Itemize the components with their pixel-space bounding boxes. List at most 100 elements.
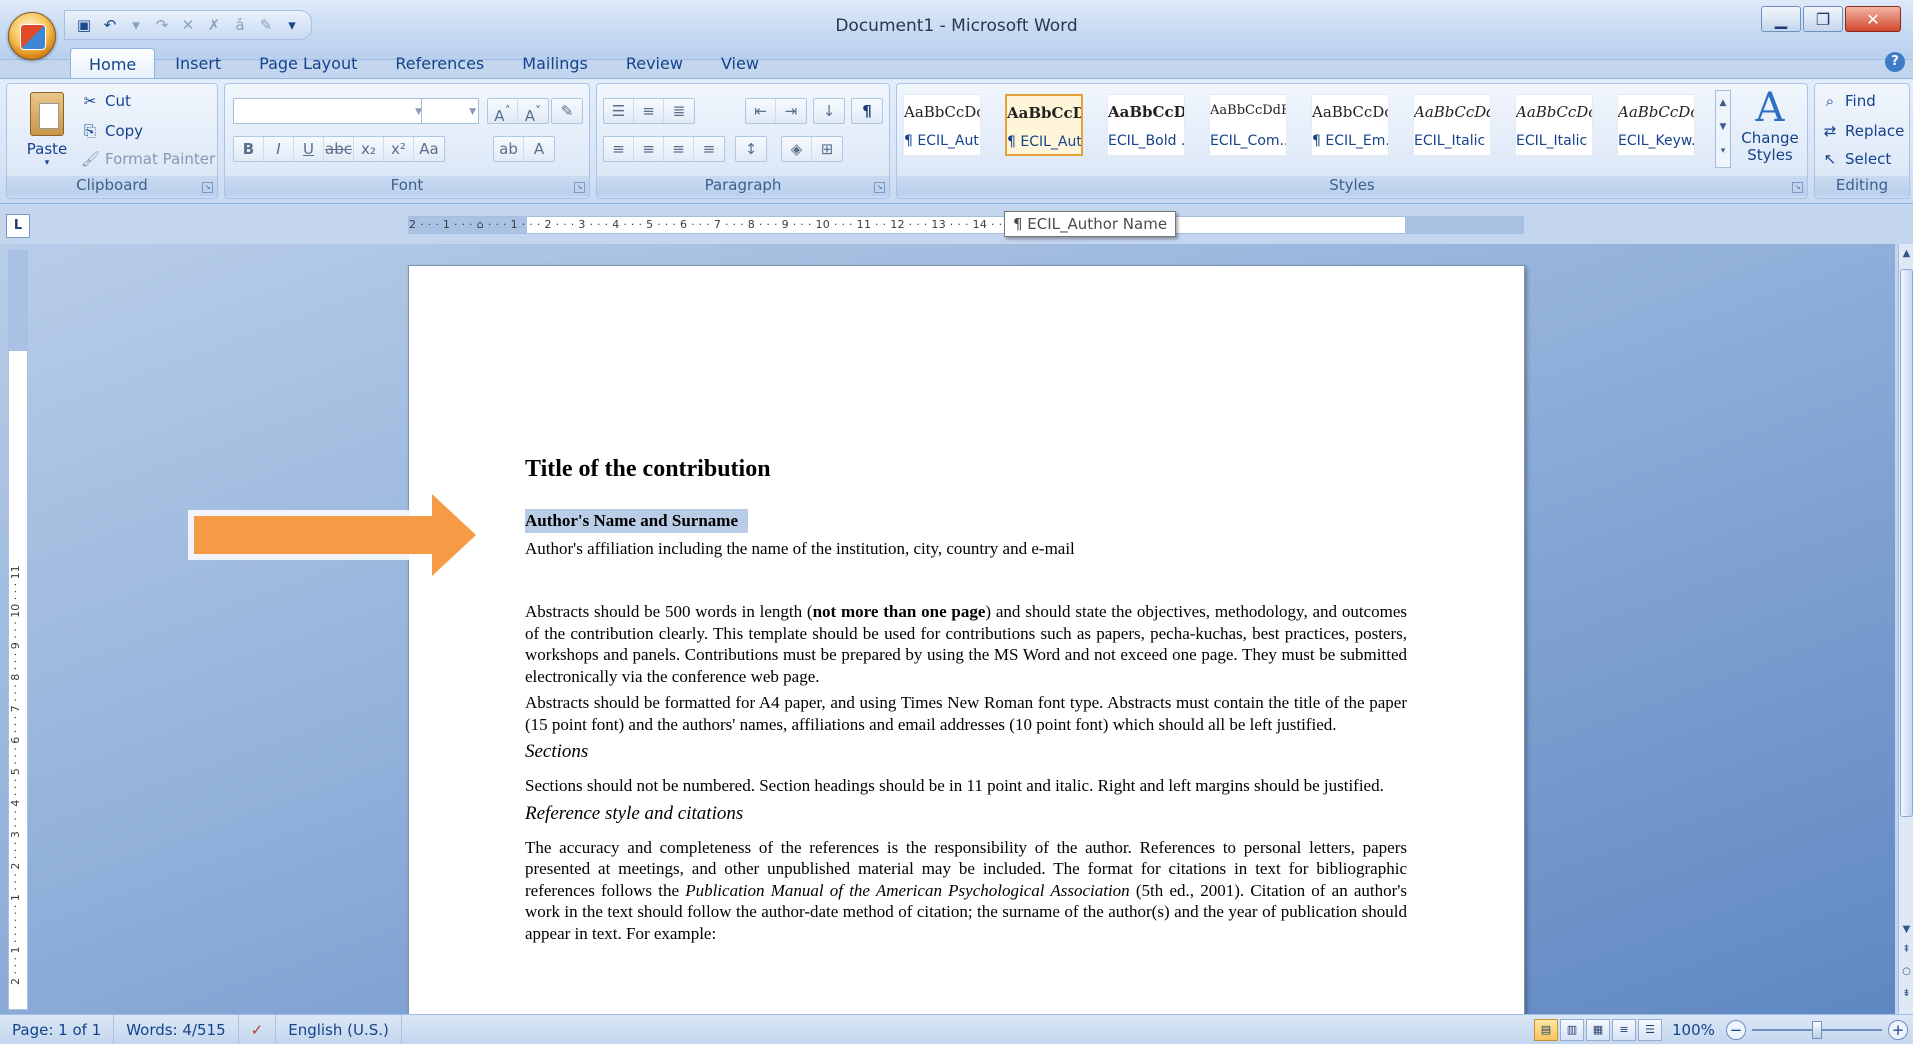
shrink-font-icon[interactable]: A˅ [518, 99, 548, 125]
zoom-in-icon[interactable]: + [1888, 1020, 1908, 1040]
scroll-up-icon[interactable]: ▲ [1900, 248, 1913, 264]
section-heading[interactable]: Sections [525, 741, 1407, 763]
clear-formatting-button[interactable]: ✎ [551, 98, 583, 124]
styles-scroll[interactable]: ▲ ▼ ▾ [1715, 90, 1731, 168]
increase-indent-icon[interactable]: ⇥ [776, 99, 806, 123]
horizontal-ruler[interactable]: 2 · · · 1 · · · ⌂ · · · 1 · · · 2 · · · … [408, 216, 1524, 234]
ribbon-tabs: Home Insert Page Layout References Maili… [70, 48, 777, 78]
clipboard-launcher-icon[interactable]: ↘ [202, 182, 213, 193]
scrollbar-thumb[interactable] [1900, 269, 1913, 817]
align-left-icon[interactable]: ≡ [604, 137, 634, 161]
superscript-icon[interactable]: x² [384, 137, 414, 161]
style-card[interactable]: AaBbCcDc ECIL_Keyw... [1617, 94, 1695, 156]
font-color-icon[interactable]: A [524, 137, 554, 161]
style-card[interactable]: AaBbCcDc ECIL_Italic ... [1515, 94, 1593, 156]
styles-launcher-icon[interactable]: ↘ [1792, 182, 1803, 193]
border-icon[interactable]: ⊞ [812, 137, 842, 161]
format-painter-button[interactable]: 🖌 Format Painter [81, 150, 215, 168]
copy-button[interactable]: ⎘ Copy [81, 122, 143, 140]
office-button[interactable] [8, 12, 56, 60]
close-button[interactable]: ✕ [1845, 6, 1901, 32]
multilevel-list-icon[interactable]: ≣ [664, 99, 694, 123]
select-button[interactable]: ↖ Select [1821, 150, 1892, 168]
subscript-icon[interactable]: x₂ [354, 137, 384, 161]
paragraph-abstract-length[interactable]: Abstracts should be 500 words in length … [525, 601, 1407, 687]
bullets-icon[interactable]: ☰ [604, 99, 634, 123]
vertical-ruler[interactable]: 2 · · · 1 · · · · · · 1 · · · 2 · · · 3 … [8, 250, 28, 1010]
align-center-icon[interactable]: ≡ [634, 137, 664, 161]
document-body[interactable]: Title of the contribution Author's Name … [525, 456, 1407, 949]
language-indicator[interactable]: English (U.S.) [276, 1014, 402, 1044]
help-icon[interactable]: ? [1885, 52, 1905, 72]
style-preview: AaBbCcDdE [1210, 103, 1286, 118]
justify-icon[interactable]: ≡ [694, 137, 724, 161]
font-launcher-icon[interactable]: ↘ [574, 182, 585, 193]
paragraph-sections[interactable]: Sections should not be numbered. Section… [525, 775, 1407, 797]
style-card[interactable]: AaBbCcDd ECIL_Bold ... [1107, 94, 1185, 156]
cut-label: Cut [105, 92, 131, 110]
cut-button[interactable]: ✂ Cut [81, 92, 131, 110]
tab-insert[interactable]: Insert [157, 48, 239, 78]
web-layout-icon[interactable]: ▦ [1586, 1019, 1610, 1041]
paragraph-references[interactable]: The accuracy and completeness of the ref… [525, 837, 1407, 945]
zoom-level[interactable]: 100% [1672, 1015, 1715, 1044]
change-styles-button[interactable]: A Change Styles [1737, 86, 1803, 176]
vertical-scrollbar[interactable]: ▲ ▼ ⇞ ○ ⇟ [1898, 244, 1913, 1014]
style-name: ECIL_Com... [1210, 133, 1286, 149]
restore-button[interactable]: ❐ [1803, 6, 1843, 32]
shading-icon[interactable]: ◈ [782, 137, 812, 161]
decrease-indent-icon[interactable]: ⇤ [746, 99, 776, 123]
find-button[interactable]: ⌕ Find [1821, 92, 1876, 110]
page-count[interactable]: Page: 1 of 1 [0, 1014, 115, 1044]
tab-mailings[interactable]: Mailings [504, 48, 606, 78]
font-size-combo[interactable]: ▼ [421, 98, 479, 124]
highlight-icon[interactable]: ab [494, 137, 524, 161]
numbering-icon[interactable]: ≡ [634, 99, 664, 123]
zoom-slider-thumb[interactable] [1812, 1021, 1822, 1039]
strikethrough-icon[interactable]: abc [324, 137, 354, 161]
style-card[interactable]: AaBbCcDc ¶ ECIL_Em... [1311, 94, 1389, 156]
draft-icon[interactable]: ☰ [1638, 1019, 1662, 1041]
full-screen-reading-icon[interactable]: ▥ [1560, 1019, 1584, 1041]
style-card-selected[interactable]: AaBbCcDd ¶ ECIL_Aut... [1005, 94, 1083, 156]
tab-page-layout[interactable]: Page Layout [241, 48, 375, 78]
font-name-combo[interactable]: ▼ [233, 98, 425, 124]
replace-icon: ⇄ [1823, 122, 1837, 140]
author-affiliation[interactable]: Author's affiliation including the name … [525, 539, 1407, 559]
previous-page-icon[interactable]: ⇞ [1900, 944, 1913, 960]
document-title[interactable]: Title of the contribution [525, 456, 1407, 483]
word-count[interactable]: Words: 4/515 [114, 1014, 239, 1044]
minimize-button[interactable]: ▁ [1761, 6, 1801, 32]
style-card[interactable]: AaBbCcDdE ECIL_Italic ... [1413, 94, 1491, 156]
tab-review[interactable]: Review [608, 48, 701, 78]
italic-icon[interactable]: I [264, 137, 294, 161]
show-hide-button[interactable]: ¶ [851, 98, 883, 124]
document-page[interactable]: Title of the contribution Author's Name … [408, 265, 1525, 1025]
style-card[interactable]: AaBbCcDc ¶ ECIL_Aut... [903, 94, 981, 156]
align-right-icon[interactable]: ≡ [664, 137, 694, 161]
change-case-icon[interactable]: Aa [414, 137, 444, 161]
bold-icon[interactable]: B [234, 137, 264, 161]
tab-home[interactable]: Home [70, 48, 156, 78]
zoom-out-icon[interactable]: − [1726, 1020, 1746, 1040]
tab-selector-button[interactable]: L [6, 214, 30, 238]
paste-button[interactable]: Paste ▾ [17, 90, 77, 168]
next-page-icon[interactable]: ⇟ [1900, 988, 1913, 1004]
author-name-selected[interactable]: Author's Name and Surname [525, 509, 748, 533]
paragraph-abstract-format[interactable]: Abstracts should be formatted for A4 pap… [525, 692, 1407, 735]
underline-icon[interactable]: U [294, 137, 324, 161]
paragraph-launcher-icon[interactable]: ↘ [874, 182, 885, 193]
line-spacing-button[interactable]: ↕ [735, 136, 767, 162]
section-heading[interactable]: Reference style and citations [525, 803, 1407, 825]
proofing-icon[interactable]: ✓ [239, 1014, 277, 1044]
tab-references[interactable]: References [377, 48, 502, 78]
scroll-down-icon[interactable]: ▼ [1900, 924, 1913, 940]
grow-font-icon[interactable]: A˄ [488, 99, 518, 125]
replace-button[interactable]: ⇄ Replace [1821, 122, 1905, 140]
print-layout-icon[interactable]: ▤ [1534, 1019, 1558, 1041]
tab-view[interactable]: View [703, 48, 777, 78]
browse-object-icon[interactable]: ○ [1900, 966, 1913, 982]
sort-button[interactable]: ↓ [813, 98, 845, 124]
outline-icon[interactable]: ≡ [1612, 1019, 1636, 1041]
style-card[interactable]: AaBbCcDdE ECIL_Com... [1209, 94, 1287, 156]
